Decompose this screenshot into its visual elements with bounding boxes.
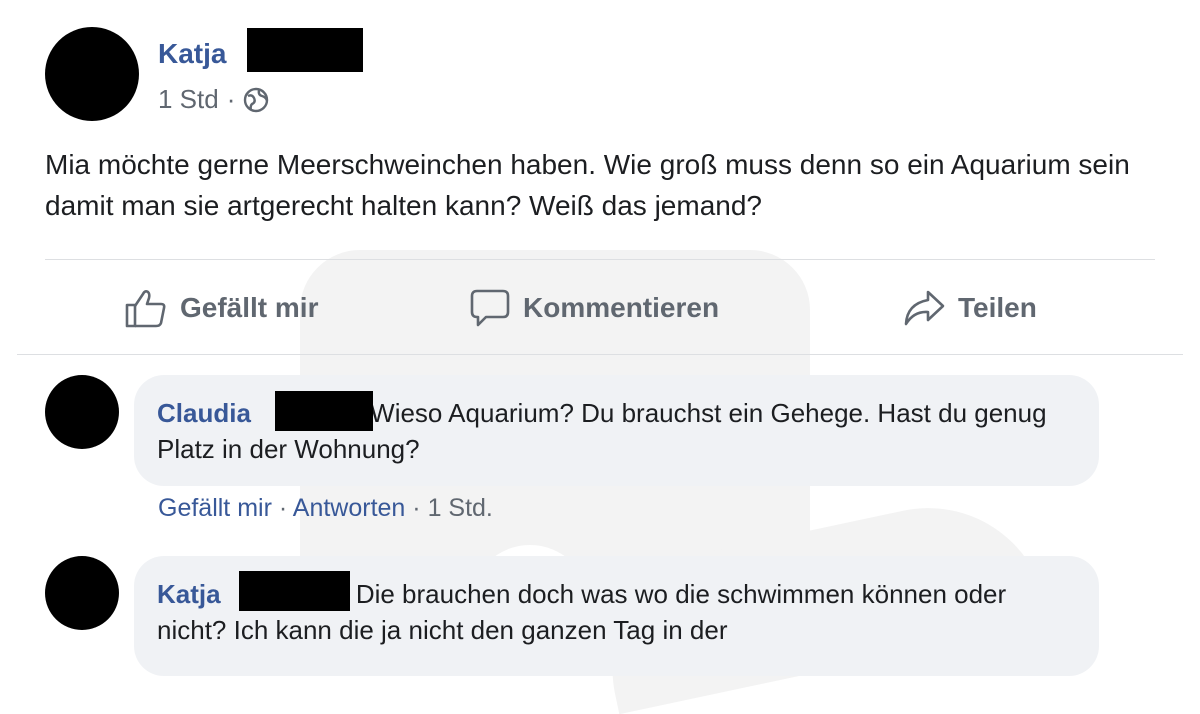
divider [17, 354, 1183, 355]
meta-separator: · [412, 494, 428, 522]
divider [45, 259, 1155, 260]
redacted-surname [275, 391, 373, 431]
redacted-surname [247, 28, 363, 72]
comment-like-link[interactable]: Gefällt mir [158, 494, 272, 522]
comment-actions: Gefällt mir · Antworten · 1 Std. [158, 494, 493, 523]
comment-label: Kommentieren [523, 292, 720, 323]
like-button[interactable]: Gefällt mir [124, 286, 318, 330]
share-button[interactable]: Teilen [902, 286, 1037, 330]
comment-timestamp[interactable]: 1 Std. [428, 494, 493, 522]
comment-button[interactable]: Kommentieren [469, 286, 719, 330]
meta-separator: · [278, 494, 293, 522]
like-label: Gefällt mir [180, 292, 319, 323]
avatar[interactable] [45, 556, 119, 630]
comment-author-name[interactable]: Claudia [157, 398, 251, 428]
redacted-surname [239, 571, 350, 611]
comment-reply-link[interactable]: Antworten [293, 494, 406, 522]
share-label: Teilen [958, 292, 1037, 323]
meta-separator: · [226, 84, 236, 114]
share-arrow-icon [902, 288, 946, 328]
speech-bubble-icon [469, 287, 511, 329]
globe-icon [243, 87, 269, 113]
post-author-name[interactable]: Katja [158, 38, 226, 70]
post-body-text: Mia möchte gerne Meerschweinchen haben. … [45, 149, 1130, 221]
comment-author-name[interactable]: Katja [157, 579, 221, 609]
thumbs-up-icon [124, 286, 168, 330]
post-timestamp[interactable]: 1 Std [158, 84, 219, 115]
post-meta: 1 Std · [158, 84, 269, 115]
avatar[interactable] [45, 375, 119, 449]
avatar[interactable] [45, 27, 139, 121]
